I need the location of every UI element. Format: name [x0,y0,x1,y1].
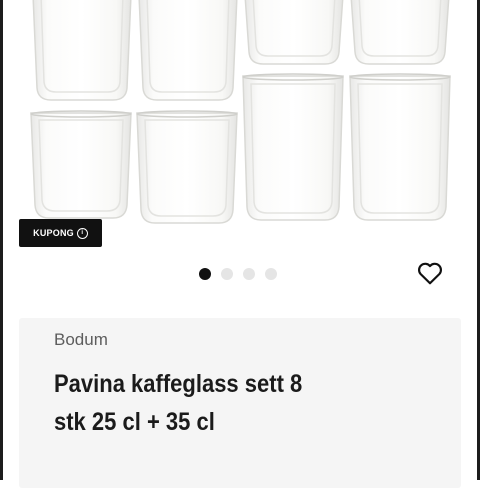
product-title: Pavina kaffeglass sett 8 stk 25 cl + 35 … [54,365,397,441]
product-image-gallery[interactable] [3,0,477,300]
carousel-dot[interactable] [221,268,233,280]
product-title-line: stk 25 cl + 35 cl [54,408,215,436]
product-info-card: Bodum Pavina kaffeglass sett 8 stk 25 cl… [19,318,461,488]
heart-icon [418,262,442,285]
product-brand[interactable]: Bodum [54,330,108,350]
coupon-badge[interactable]: KUPONG i [19,219,102,247]
carousel-dot[interactable] [265,268,277,280]
carousel-dot[interactable] [199,268,211,280]
product-image [30,0,451,224]
info-icon: i [76,227,88,239]
product-title-line: Pavina kaffeglass sett 8 [54,370,303,398]
favorite-button[interactable] [416,259,444,287]
carousel-dot[interactable] [243,268,255,280]
coupon-label: KUPONG [33,228,74,238]
carousel-pagination [199,268,277,280]
